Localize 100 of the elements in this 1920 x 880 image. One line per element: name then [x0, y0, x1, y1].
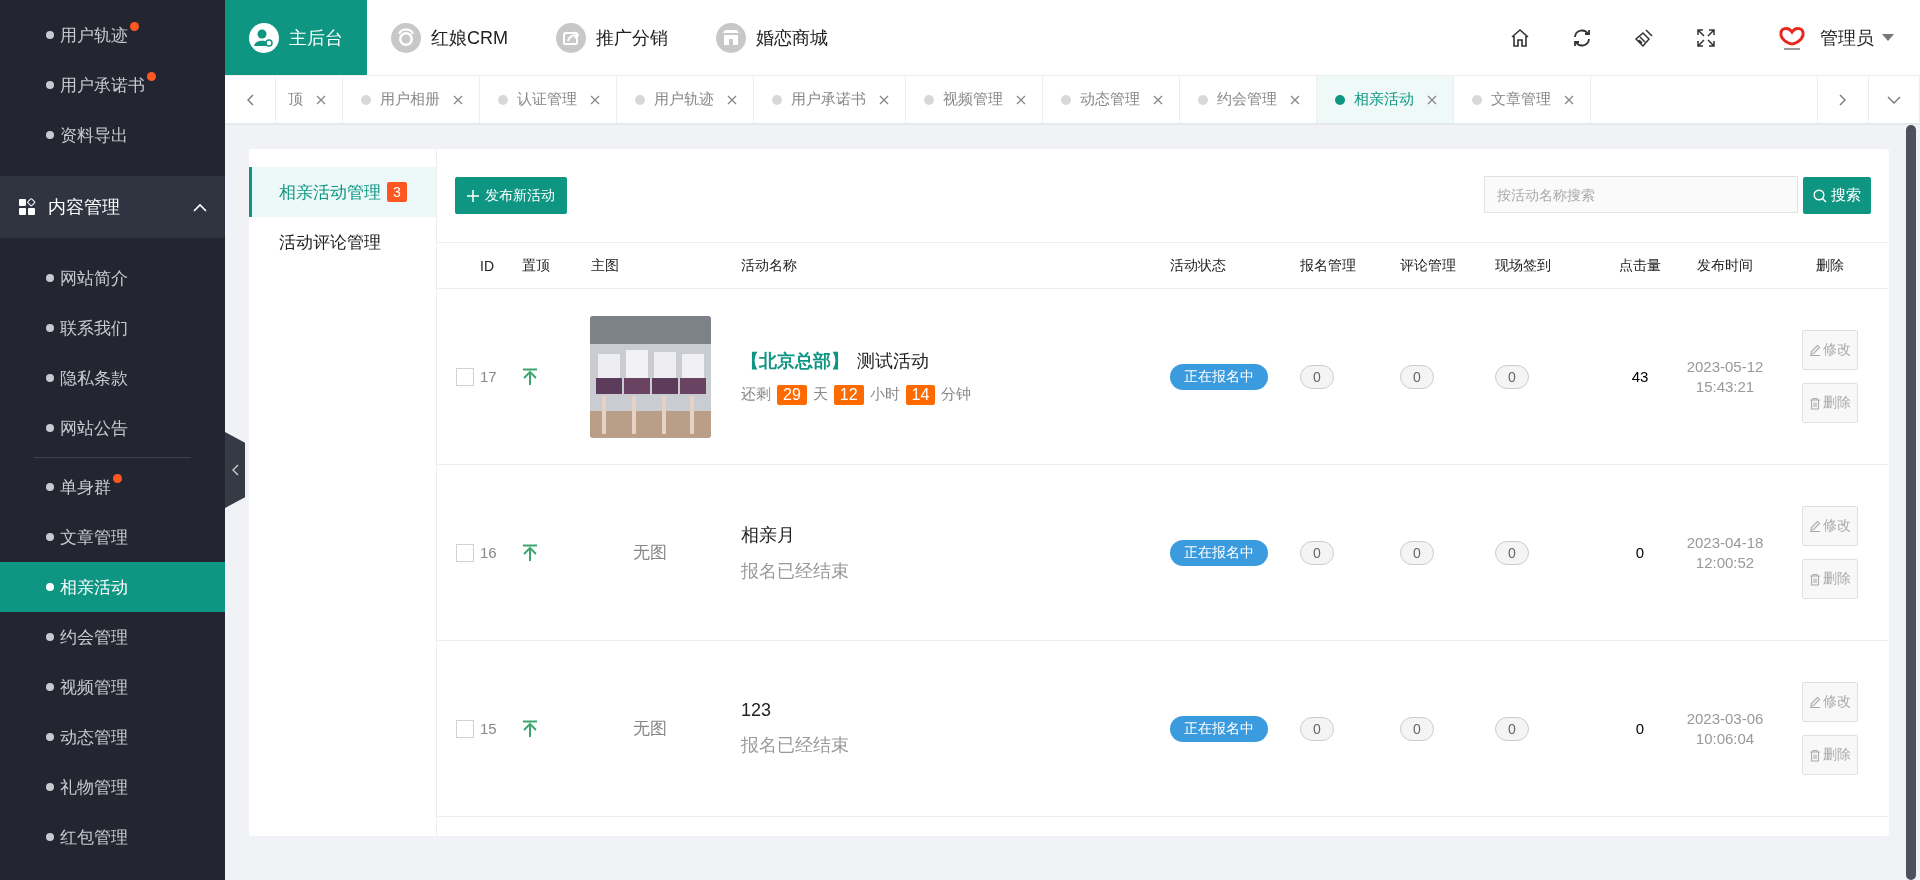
sidebar-item[interactable]: 网站简介: [0, 253, 225, 303]
subnav-item[interactable]: 活动评论管理: [249, 217, 436, 267]
sidebar-item[interactable]: 视频管理: [0, 662, 225, 712]
search-field[interactable]: 按活动名称搜索: [1484, 176, 1798, 213]
user-menu[interactable]: 管理员: [1820, 25, 1894, 50]
checkin-count-button[interactable]: 0: [1495, 716, 1529, 741]
sidebar-item[interactable]: 红包管理: [0, 812, 225, 862]
sidebar-item[interactable]: 资料导出: [0, 110, 225, 160]
signup-count-button[interactable]: 0: [1300, 364, 1334, 389]
blocks-icon: [18, 198, 36, 216]
sidebar-group-header[interactable]: 内容管理: [0, 176, 225, 238]
refresh-icon[interactable]: [1572, 27, 1592, 48]
page-tab[interactable]: 视频管理: [906, 76, 1043, 123]
column-header: 活动状态: [1170, 256, 1226, 273]
page-tab[interactable]: 文章管理: [1454, 76, 1591, 123]
bullet-dot: [46, 833, 54, 841]
table-cell: 17: [480, 368, 497, 385]
activity-title[interactable]: 【北京总部】 测试活动: [741, 348, 929, 373]
checkin-count-button[interactable]: 0: [1495, 364, 1529, 389]
column-header: 评论管理: [1400, 256, 1456, 273]
subnav-label: 相亲活动管理: [279, 181, 381, 204]
table-cell: 43: [1631, 368, 1649, 385]
close-icon[interactable]: [1564, 94, 1574, 105]
tab-dot: [1061, 94, 1071, 105]
signup-count-button[interactable]: 0: [1300, 540, 1334, 565]
tab-dot: [498, 94, 508, 105]
store-icon: [716, 22, 746, 53]
column-header: 点击量: [1619, 256, 1661, 273]
bullet-dot: [46, 583, 54, 591]
caret-icon: [1882, 34, 1894, 41]
signup-count-button[interactable]: 0: [1300, 716, 1334, 741]
sidebar-item[interactable]: 隐私条款: [0, 353, 225, 403]
row-checkbox[interactable]: [456, 719, 474, 738]
column-header: 删除: [1815, 256, 1844, 273]
close-icon[interactable]: [1427, 94, 1437, 105]
subnav-item[interactable]: 相亲活动管理 3: [249, 167, 436, 217]
no-image-label: 无图: [633, 542, 667, 564]
tab-dot: [924, 94, 934, 105]
page-tab[interactable]: 动态管理: [1043, 76, 1180, 123]
broom-icon[interactable]: [1634, 27, 1654, 48]
comment-count-button[interactable]: 0: [1400, 716, 1434, 741]
close-icon[interactable]: [590, 94, 600, 105]
close-icon[interactable]: [1153, 94, 1163, 105]
user-icon: [249, 22, 279, 53]
sidebar-item[interactable]: 联系我们: [0, 303, 225, 353]
bullet-dot: [46, 533, 54, 541]
top-nav-item[interactable]: 婚恋商城: [692, 0, 852, 75]
sidebar-item[interactable]: 网站公告: [0, 403, 225, 453]
pin-top-icon[interactable]: [522, 719, 538, 738]
sidebar-item[interactable]: 文章管理: [0, 512, 225, 562]
search-icon: [1813, 188, 1827, 203]
count-badge: 3: [387, 182, 407, 202]
sidebar-item[interactable]: 礼物管理: [0, 762, 225, 812]
activity-title[interactable]: 123: [741, 700, 772, 721]
close-icon[interactable]: [1016, 94, 1026, 105]
page-tab[interactable]: 相亲活动: [1317, 76, 1454, 123]
tab-dot: [1198, 94, 1208, 105]
no-image-label: 无图: [633, 718, 667, 740]
page-tab[interactable]: 用户轨迹: [617, 76, 754, 123]
table-cell: 15: [480, 720, 497, 737]
page-tab[interactable]: 用户相册: [343, 76, 480, 123]
page-tab[interactable]: 用户承诺书: [754, 76, 906, 123]
sidebar-item[interactable]: 单身群: [0, 462, 225, 512]
column-header: 活动名称: [741, 256, 797, 273]
pin-top-icon[interactable]: [522, 543, 538, 562]
pin-top-icon[interactable]: [522, 367, 538, 386]
fullscreen-icon[interactable]: [1696, 27, 1716, 48]
bullet-dot: [46, 274, 54, 282]
column-header: 报名管理: [1300, 256, 1356, 273]
row-checkbox[interactable]: [456, 543, 474, 562]
scrollbar[interactable]: [1906, 125, 1916, 880]
countdown-label: 小时: [869, 385, 900, 404]
bullet-dot: [46, 424, 54, 432]
comment-count-button[interactable]: 0: [1400, 364, 1434, 389]
sidebar-item[interactable]: 动态管理: [0, 712, 225, 762]
page-tab[interactable]: 顶: [276, 76, 343, 123]
close-icon[interactable]: [316, 94, 326, 105]
close-icon[interactable]: [879, 94, 889, 105]
comment-count-button[interactable]: 0: [1400, 540, 1434, 565]
share-icon: [556, 22, 586, 53]
activity-title[interactable]: 相亲月: [741, 522, 795, 547]
close-icon[interactable]: [1290, 94, 1300, 105]
close-icon[interactable]: [453, 94, 463, 105]
top-nav-item[interactable]: 红娘CRM: [367, 0, 532, 75]
top-nav-item[interactable]: 推广分销: [532, 0, 692, 75]
sidebar-item[interactable]: 相亲活动: [0, 562, 225, 612]
status-badge: 正在报名中: [1170, 715, 1268, 742]
trash-icon: [1808, 748, 1821, 762]
sidebar-item[interactable]: 用户承诺书: [0, 60, 225, 110]
page-tab[interactable]: 认证管理: [480, 76, 617, 123]
add-activity-button[interactable]: 发布新活动: [455, 177, 567, 214]
search-button[interactable]: 搜索: [1803, 177, 1871, 214]
row-checkbox[interactable]: [456, 367, 474, 386]
checkin-count-button[interactable]: 0: [1495, 540, 1529, 565]
chevron-down-icon: [1887, 95, 1901, 104]
top-nav-item[interactable]: 主后台: [225, 0, 367, 75]
sidebar-item[interactable]: 用户轨迹: [0, 10, 225, 60]
sidebar-item[interactable]: 约会管理: [0, 612, 225, 662]
home-icon[interactable]: [1510, 27, 1530, 48]
close-icon[interactable]: [727, 94, 737, 105]
